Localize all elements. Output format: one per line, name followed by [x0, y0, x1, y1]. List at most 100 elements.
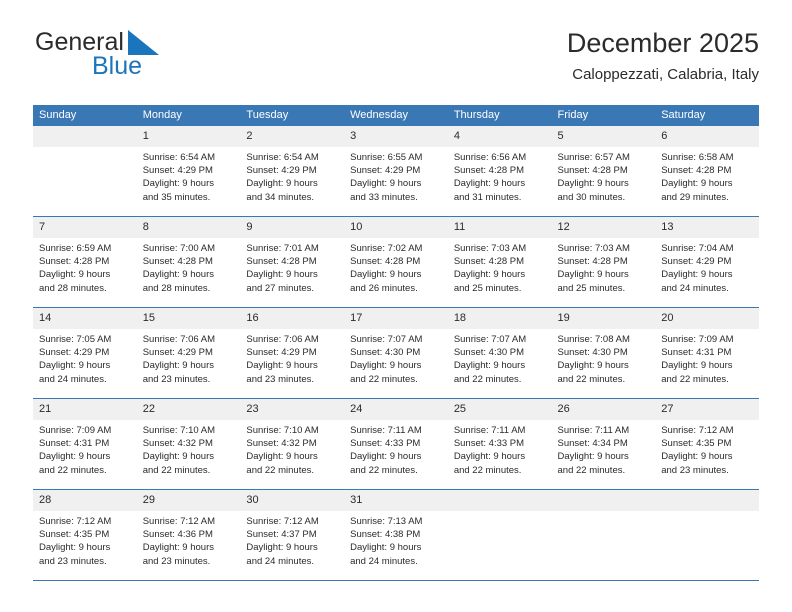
- day-detail-line: and 22 minutes.: [453, 373, 522, 385]
- day-detail-line: Daylight: 9 hours: [246, 360, 318, 372]
- calendar-day-cell[interactable]: 11 Sunrise: 7:03 AM Sunset: 4:28 PM Dayligh…: [447, 216, 552, 308]
- day-detail-line: Sunrise: 7:01 AM: [246, 243, 319, 254]
- calendar-day-cell[interactable]: 18 Sunrise: 7:07 AM Sunset: 4:30 PM Dayligh…: [447, 307, 552, 399]
- day-detail-line: Daylight: 9 hours: [557, 178, 629, 190]
- day-detail-line: Sunset: 4:30 PM: [453, 347, 525, 359]
- day-detail-line: Sunset: 4:28 PM: [557, 165, 628, 177]
- day-detail-line: Daylight: 9 hours: [350, 451, 422, 463]
- day-details: Sunrise: 7:12 AM Sunset: 4:37 PM Daylight:…: [240, 511, 344, 568]
- day-detail-line: Sunrise: 7:06 AM: [246, 334, 319, 345]
- day-detail-line: Daylight: 9 hours: [246, 178, 318, 190]
- day-detail-line: Sunrise: 7:11 AM: [350, 425, 422, 436]
- day-details: Sunrise: 7:12 AM Sunset: 4:35 PM Daylight:…: [33, 511, 137, 568]
- day-detail-line: Sunrise: 6:59 AM: [39, 243, 112, 254]
- day-details: Sunrise: 6:59 AM Sunset: 4:28 PM Daylight:…: [33, 238, 137, 295]
- day-number: 1: [136, 126, 241, 147]
- weekday-header-saturday: Saturday: [655, 105, 759, 126]
- day-detail-line: Daylight: 9 hours: [246, 451, 318, 463]
- day-detail-line: and 25 minutes.: [453, 282, 522, 294]
- calendar-day-cell[interactable]: 19 Sunrise: 7:08 AM Sunset: 4:30 PM Dayligh…: [551, 307, 656, 399]
- day-number: 7: [33, 217, 137, 238]
- calendar-day-cell[interactable]: 15 Sunrise: 7:06 AM Sunset: 4:29 PM Dayligh…: [136, 307, 241, 399]
- day-detail-line: Sunset: 4:34 PM: [557, 438, 628, 450]
- day-number: [447, 490, 552, 511]
- calendar-day-cell[interactable]: 21 Sunrise: 7:09 AM Sunset: 4:31 PM Dayligh…: [33, 398, 137, 490]
- calendar-week-row: 21 Sunrise: 7:09 AM Sunset: 4:31 PM Dayligh…: [33, 398, 759, 490]
- calendar-day-cell[interactable]: 23 Sunrise: 7:10 AM Sunset: 4:32 PM Dayligh…: [240, 398, 345, 490]
- day-detail-line: Sunset: 4:32 PM: [142, 438, 213, 450]
- calendar-day-cell-empty: [551, 489, 656, 581]
- day-detail-line: Sunset: 4:29 PM: [350, 165, 421, 177]
- calendar-day-cell-empty: [655, 489, 759, 581]
- calendar-day-cell[interactable]: 29 Sunrise: 7:12 AM Sunset: 4:36 PM Dayligh…: [136, 489, 241, 581]
- day-number: 14: [33, 308, 137, 329]
- calendar-header-row: Sunday Monday Tuesday Wednesday Thursday Frid…: [33, 105, 759, 126]
- day-detail-line: and 22 minutes.: [557, 373, 626, 385]
- day-detail-line: Sunset: 4:28 PM: [246, 256, 317, 268]
- day-number: 4: [447, 126, 552, 147]
- calendar-day-cell[interactable]: 5 Sunrise: 6:57 AM Sunset: 4:28 PM Daylight…: [551, 126, 656, 217]
- day-detail-line: Sunset: 4:28 PM: [453, 165, 525, 177]
- day-detail-line: and 23 minutes.: [142, 373, 211, 385]
- calendar-day-cell[interactable]: 22 Sunrise: 7:10 AM Sunset: 4:32 PM Dayligh…: [136, 398, 241, 490]
- weekday-header-tuesday: Tuesday: [240, 105, 345, 126]
- calendar-day-cell[interactable]: 7 Sunrise: 6:59 AM Sunset: 4:28 PM Daylight…: [33, 216, 137, 308]
- day-detail-line: Sunrise: 7:05 AM: [39, 334, 112, 345]
- brand-logo[interactable]: General Blue: [33, 26, 253, 86]
- calendar-day-cell[interactable]: 6 Sunrise: 6:58 AM Sunset: 4:28 PM Daylight…: [655, 126, 759, 217]
- day-details: Sunrise: 7:10 AM Sunset: 4:32 PM Daylight:…: [240, 420, 344, 477]
- calendar-week-row: 7 Sunrise: 6:59 AM Sunset: 4:28 PM Daylight…: [33, 216, 759, 308]
- day-detail-line: Sunrise: 7:09 AM: [39, 425, 112, 436]
- day-detail-line: Daylight: 9 hours: [39, 542, 111, 554]
- calendar-day-cell[interactable]: 12 Sunrise: 7:03 AM Sunset: 4:28 PM Dayligh…: [551, 216, 656, 308]
- calendar-day-cell[interactable]: 25 Sunrise: 7:11 AM Sunset: 4:33 PM Dayligh…: [447, 398, 552, 490]
- day-detail-line: Sunrise: 7:12 AM: [142, 516, 216, 527]
- day-detail-line: and 22 minutes.: [142, 464, 211, 476]
- calendar-day-cell[interactable]: 8 Sunrise: 7:00 AM Sunset: 4:28 PM Daylight…: [136, 216, 241, 308]
- day-detail-line: Sunset: 4:29 PM: [142, 347, 213, 359]
- calendar-day-cell[interactable]: 20 Sunrise: 7:09 AM Sunset: 4:31 PM Dayligh…: [655, 307, 759, 399]
- day-details: Sunrise: 7:10 AM Sunset: 4:32 PM Daylight:…: [137, 420, 241, 477]
- day-number: 13: [655, 217, 759, 238]
- day-details: Sunrise: 6:57 AM Sunset: 4:28 PM Daylight:…: [552, 147, 656, 204]
- day-detail-line: and 31 minutes.: [453, 191, 522, 203]
- day-detail-line: Sunrise: 6:54 AM: [246, 152, 319, 163]
- day-detail-line: and 25 minutes.: [557, 282, 626, 294]
- calendar-day-cell[interactable]: 2 Sunrise: 6:54 AM Sunset: 4:29 PM Daylight…: [240, 126, 345, 217]
- calendar-day-cell[interactable]: 3 Sunrise: 6:55 AM Sunset: 4:29 PM Daylight…: [344, 126, 448, 217]
- day-detail-line: Sunset: 4:32 PM: [246, 438, 317, 450]
- day-detail-line: Sunset: 4:36 PM: [142, 529, 213, 541]
- calendar-day-cell[interactable]: 14 Sunrise: 7:05 AM Sunset: 4:29 PM Dayligh…: [33, 307, 137, 399]
- day-detail-line: and 24 minutes.: [246, 555, 315, 567]
- calendar-day-cell[interactable]: 31 Sunrise: 7:13 AM Sunset: 4:38 PM Dayligh…: [344, 489, 448, 581]
- day-detail-line: and 22 minutes.: [661, 373, 729, 385]
- day-details: Sunrise: 7:09 AM Sunset: 4:31 PM Daylight:…: [655, 329, 759, 386]
- calendar-day-cell[interactable]: 13 Sunrise: 7:04 AM Sunset: 4:29 PM Dayligh…: [655, 216, 759, 308]
- calendar-day-cell[interactable]: 1 Sunrise: 6:54 AM Sunset: 4:29 PM Daylight…: [136, 126, 241, 217]
- day-number: 23: [240, 399, 345, 420]
- calendar-day-cell[interactable]: 16 Sunrise: 7:06 AM Sunset: 4:29 PM Dayligh…: [240, 307, 345, 399]
- calendar-day-cell[interactable]: 4 Sunrise: 6:56 AM Sunset: 4:28 PM Daylight…: [447, 126, 552, 217]
- calendar-day-cell[interactable]: 17 Sunrise: 7:07 AM Sunset: 4:30 PM Dayligh…: [344, 307, 448, 399]
- day-detail-line: Daylight: 9 hours: [350, 360, 422, 372]
- calendar-day-cell[interactable]: 9 Sunrise: 7:01 AM Sunset: 4:28 PM Daylight…: [240, 216, 345, 308]
- calendar-day-cell[interactable]: 10 Sunrise: 7:02 AM Sunset: 4:28 PM Dayligh…: [344, 216, 448, 308]
- day-number: 31: [344, 490, 448, 511]
- day-details: Sunrise: 7:07 AM Sunset: 4:30 PM Daylight:…: [448, 329, 552, 386]
- calendar-day-cell[interactable]: 27 Sunrise: 7:12 AM Sunset: 4:35 PM Dayligh…: [655, 398, 759, 490]
- calendar-day-cell[interactable]: 24 Sunrise: 7:11 AM Sunset: 4:33 PM Dayligh…: [344, 398, 448, 490]
- day-detail-line: and 27 minutes.: [246, 282, 315, 294]
- day-detail-line: Sunrise: 7:03 AM: [453, 243, 527, 254]
- day-number: 2: [240, 126, 345, 147]
- calendar-page: General Blue December 2025 Caloppezzati,…: [0, 0, 792, 612]
- day-detail-line: Sunrise: 7:12 AM: [39, 516, 112, 527]
- day-number: 8: [136, 217, 241, 238]
- day-details: Sunrise: 7:03 AM Sunset: 4:28 PM Daylight:…: [448, 238, 552, 295]
- calendar-day-cell[interactable]: 28 Sunrise: 7:12 AM Sunset: 4:35 PM Dayligh…: [33, 489, 137, 581]
- calendar-day-cell[interactable]: 26 Sunrise: 7:11 AM Sunset: 4:34 PM Dayligh…: [551, 398, 656, 490]
- calendar-day-cell[interactable]: 30 Sunrise: 7:12 AM Sunset: 4:37 PM Dayligh…: [240, 489, 345, 581]
- day-number: 17: [344, 308, 448, 329]
- day-detail-line: and 22 minutes.: [350, 464, 418, 476]
- day-number: 22: [136, 399, 241, 420]
- day-detail-line: Sunset: 4:28 PM: [453, 256, 525, 268]
